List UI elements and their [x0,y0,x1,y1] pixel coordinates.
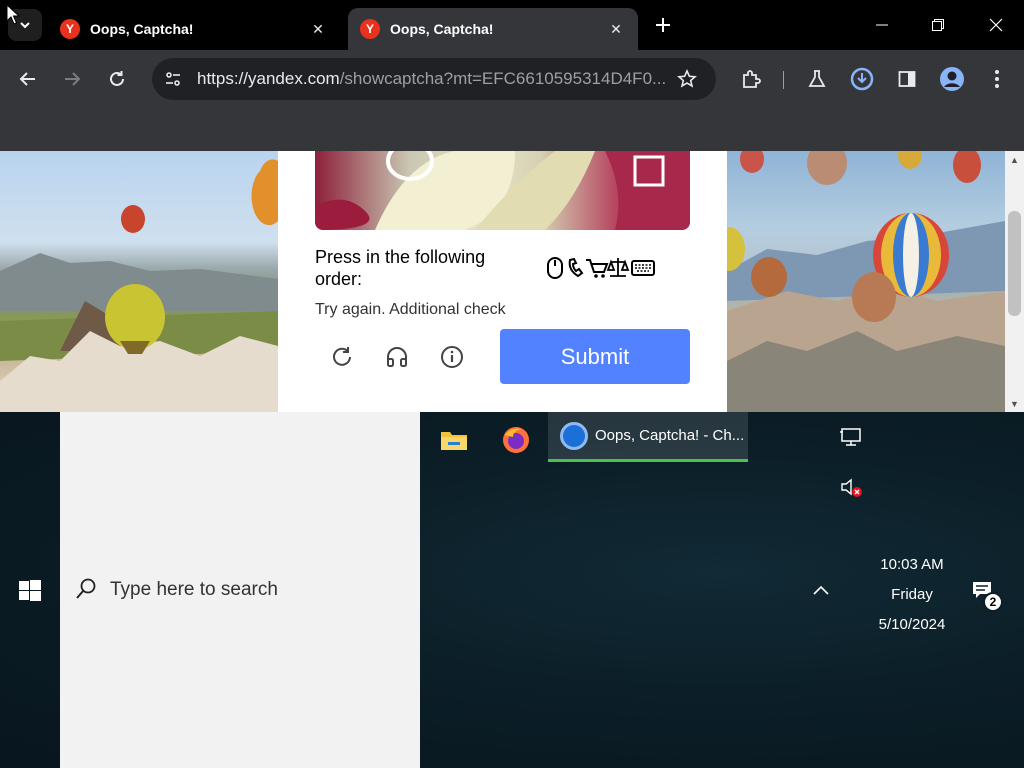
tab-title: Oops, Captcha! [390,21,494,37]
toolbar-divider [783,71,784,89]
chrome-task-label: Oops, Captcha! - Ch... [595,427,745,444]
firefox-icon [503,427,529,453]
plus-icon [656,18,670,32]
page-scrollbar[interactable]: ▲ ▼ [1005,151,1024,412]
back-button[interactable] [11,62,45,96]
url-host: https://yandex.com [197,69,340,88]
tab-captcha-1[interactable]: Y Oops, Captcha! ✕ [48,8,340,50]
captcha-widget: Press in the following order: Try again.… [278,151,727,412]
url-path: /showcaptcha?mt=EFC6610595314D4F0... [339,69,667,88]
file-explorer-taskbar-button[interactable] [433,420,475,460]
windows-taskbar: Type here to search Oops, Captcha! - Ch.… [0,412,1024,768]
chevron-up-icon [813,585,829,595]
refresh-icon [333,347,351,366]
search-icon [76,578,96,599]
captcha-order-icons [546,256,666,280]
scroll-down-icon[interactable]: ▼ [1005,395,1024,412]
minimize-icon [876,24,888,26]
address-bar[interactable]: https://yandex.com/showcaptcha?mt=EFC661… [152,58,716,100]
mouse-icon [547,257,563,279]
clock-day: Friday [891,586,933,603]
cart-icon [586,259,609,278]
restore-icon [932,19,944,31]
restore-button[interactable] [918,8,958,42]
clock-time: 10:03 AM [880,556,944,573]
captcha-retry-text: Try again. Additional check [315,301,506,318]
bookmark-star-icon[interactable] [677,69,697,94]
captcha-image[interactable] [315,151,690,230]
avatar-icon [940,67,964,91]
captcha-flower-image [315,151,690,230]
downloads-button[interactable] [845,62,879,96]
captcha-instruction: Press in the following order: [315,247,486,289]
reload-icon [110,71,124,86]
profile-button[interactable] [935,62,969,96]
tab-title: Oops, Captcha! [90,21,194,37]
chevron-down-icon [20,22,30,29]
close-icon [989,18,1003,32]
arrow-left-icon [19,72,35,86]
tab-captcha-2[interactable]: Y Oops, Captcha! ✕ [348,8,638,50]
folder-icon [441,432,467,450]
reload-button[interactable] [100,62,134,96]
close-tab-icon[interactable]: ✕ [308,19,328,39]
close-tab-icon[interactable]: ✕ [606,19,626,39]
download-progress-icon [850,67,874,91]
start-button[interactable] [10,574,50,608]
scrollbar-thumb[interactable] [1008,211,1021,316]
network-icon[interactable] [836,422,866,452]
yandex-favicon: Y [60,19,80,39]
balloon-landscape-left [0,159,278,412]
phone-icon [568,257,584,278]
windows-logo-icon [19,580,41,601]
side-panel-icon [898,71,916,87]
clock-date: 5/10/2024 [878,616,946,633]
labs-button[interactable] [800,62,834,96]
extensions-button[interactable] [734,62,768,96]
menu-button[interactable] [980,62,1014,96]
keyboard-icon [631,260,655,276]
notification-count-badge: 2 [983,592,1003,612]
chrome-taskbar-button[interactable]: Oops, Captcha! - Ch... [548,412,748,462]
taskbar-search-box[interactable]: Type here to search [60,412,420,768]
scroll-up-icon[interactable]: ▲ [1005,151,1024,168]
browser-toolbar: https://yandex.com/showcaptcha?mt=EFC661… [0,50,1024,108]
submit-button[interactable]: Submit [500,329,690,384]
show-hidden-icons-button[interactable] [806,575,836,605]
captcha-refresh-button[interactable] [326,341,358,373]
puzzle-icon [743,70,761,88]
forward-button[interactable] [55,62,89,96]
captcha-info-button[interactable] [436,341,468,373]
balloon-landscape-right [713,151,1005,412]
captcha-audio-button[interactable] [381,341,413,373]
chrome-icon [560,421,588,450]
site-settings-icon[interactable] [164,70,182,93]
side-panel-button[interactable] [890,62,924,96]
headphones-icon [387,347,407,367]
url-text[interactable]: https://yandex.com/showcaptcha?mt=EFC661… [197,69,677,89]
background-image-right [713,151,1005,412]
search-placeholder: Type here to search [110,579,278,600]
mouse-cursor-icon [6,4,20,25]
taskbar-clock[interactable]: 10:03 AM Friday 5/10/2024 [862,550,962,640]
info-icon [441,346,463,368]
arrow-right-icon [65,72,81,86]
flask-icon [808,70,826,87]
scales-icon [606,258,630,277]
browser-titlebar: Y Oops, Captcha! ✕ Y Oops, Captcha! ✕ [0,0,1024,50]
more-vert-icon [995,70,999,88]
minimize-button[interactable] [862,8,902,42]
new-tab-button[interactable] [648,10,678,40]
volume-muted-icon[interactable] [836,472,866,502]
yandex-favicon: Y [360,19,380,39]
page-viewport: Press in the following order: Try again.… [0,151,1024,412]
firefox-taskbar-button[interactable] [495,420,537,460]
background-image-left [0,151,278,412]
bookmarks-bar [0,108,1024,151]
close-window-button[interactable] [976,8,1016,42]
